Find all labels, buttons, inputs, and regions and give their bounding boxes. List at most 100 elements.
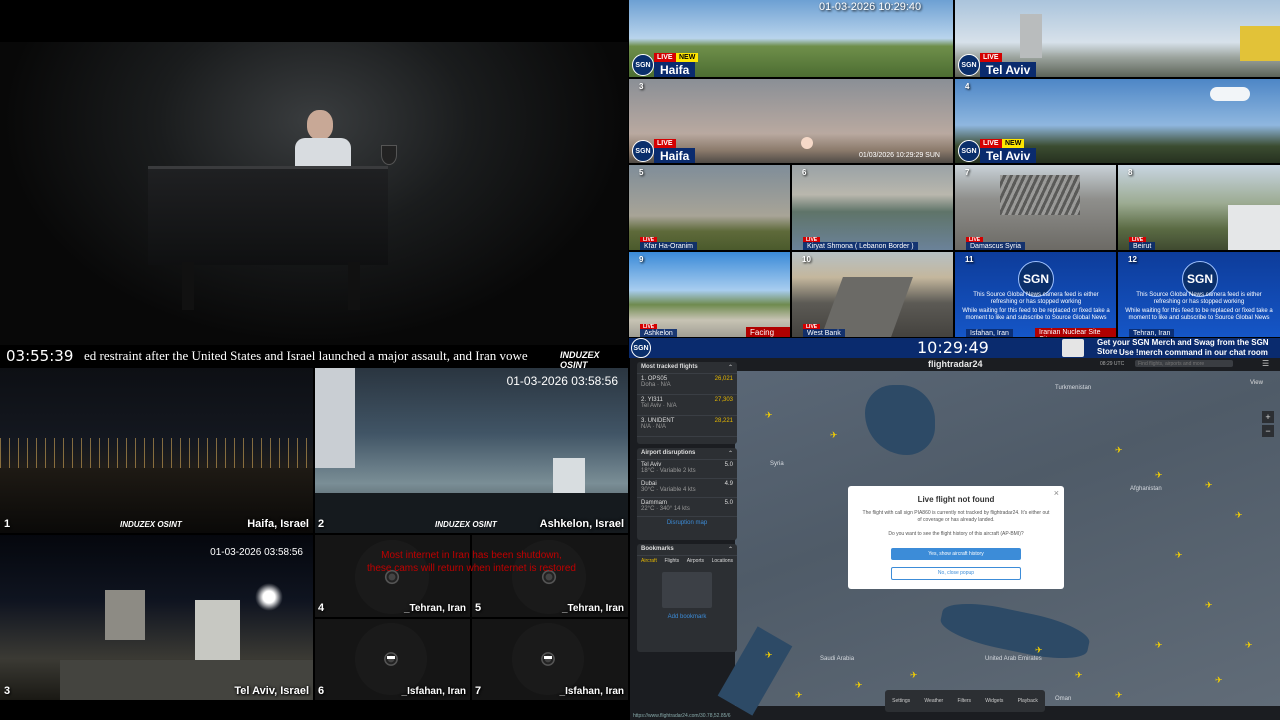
tab-flights[interactable]: Flights [664, 558, 679, 564]
toolbar-widgets[interactable]: Widgets [985, 698, 1003, 704]
aircraft-icon[interactable]: ✈ [765, 651, 773, 660]
toolbar-playback[interactable]: Playback [1018, 698, 1038, 704]
aircraft-icon[interactable]: ✈ [765, 411, 773, 420]
aircraft-icon[interactable]: ✈ [1115, 446, 1123, 455]
disruption-row[interactable]: Dubai 30°C · Variable 4 kts 4.9 [637, 479, 737, 498]
sgn-cam-tehran[interactable]: 12 SGN This Source Global News camera fe… [1118, 252, 1280, 337]
sgn-city-label: Haifa [654, 148, 696, 163]
search-input[interactable] [1135, 360, 1233, 367]
cam-tehran-2[interactable]: 5 _Tehran, Iran [472, 535, 628, 617]
piano-leg-right [348, 262, 360, 310]
sgn-cam-west-bank[interactable]: 10 LIVE West Bank [792, 252, 953, 337]
sgn-cam-tel-aviv-2[interactable]: 4 SGN LIVE NEW Tel Aviv [955, 79, 1280, 163]
aircraft-icon[interactable]: ✈ [1155, 641, 1163, 650]
toolbar-weather[interactable]: Weather [924, 698, 943, 704]
cam-city-label: Tel Aviv, Israel [234, 685, 309, 697]
sgn-cam-damascus[interactable]: 7 LIVE Damascus Syria [955, 165, 1116, 250]
aircraft-icon[interactable]: ✈ [1035, 646, 1043, 655]
disruption-map-link[interactable]: Disruption map [637, 517, 737, 526]
tab-aircraft[interactable]: Aircraft [641, 558, 657, 564]
sgn-cam-kfar[interactable]: 5 LIVE Kfar Ha-Oranim [629, 165, 790, 250]
road [821, 277, 913, 337]
fr-logo: flightradar24 [928, 359, 983, 369]
sgn-logo-icon: SGN [632, 140, 654, 162]
sgn-cam-ashkelon[interactable]: 9 LIVE Ashkelon Facing Gaza [629, 252, 790, 337]
panel-title: Most tracked flights [641, 364, 698, 370]
cam-tel-aviv[interactable]: 01-03-2026 03:58:56 3 Tel Aviv, Israel [0, 535, 313, 700]
chevron-up-icon[interactable]: ⌃ [728, 364, 733, 371]
aircraft-icon[interactable]: ✈ [1235, 511, 1243, 520]
tracked-route: Tel Aviv · N/A [641, 403, 677, 409]
aircraft-icon[interactable]: ✈ [1215, 676, 1223, 685]
cam-isfahan-2[interactable]: 7 _Isfahan, Iran [472, 619, 628, 700]
ticker-clock: 03:55:39 [6, 347, 74, 365]
bookmark-tabs: Aircraft Flights Airports Locations [637, 556, 737, 566]
sgn-cam-beirut[interactable]: 8 LIVE Beirut [1118, 165, 1280, 250]
disruption-row[interactable]: Tel Aviv 18°C · Variable 2 kts 5.0 [637, 460, 737, 479]
cam-brand: INDUZEX OSINT [435, 520, 497, 529]
bookmark-illustration [662, 572, 712, 608]
tracked-row[interactable]: 3. UNIDENT N/A · N/A 28,221 [637, 416, 737, 437]
cam-number: 12 [1128, 255, 1137, 264]
tab-locations[interactable]: Locations [712, 558, 733, 564]
sgn-extra-label: Iranian Nuclear Site City [1035, 328, 1116, 337]
view-toggle[interactable]: View [1250, 380, 1263, 386]
toolbar-settings[interactable]: Settings [892, 698, 910, 704]
sgn-cam-isfahan[interactable]: 11 SGN This Source Global News camera fe… [955, 252, 1116, 337]
aircraft-icon[interactable]: ✈ [1245, 641, 1253, 650]
studio-feed [0, 0, 628, 345]
tracked-row[interactable]: 1. OPS05 Doha · N/A 26,021 [637, 374, 737, 395]
aircraft-icon[interactable]: ✈ [1205, 481, 1213, 490]
chevron-up-icon[interactable]: ⌃ [728, 450, 733, 457]
cam-haifa[interactable]: 1 Haifa, Israel INDUZEX OSINT [0, 368, 313, 533]
chevron-up-icon[interactable]: ⌃ [728, 546, 733, 553]
tab-airports[interactable]: Airports [687, 558, 704, 564]
sgn-city-label: Tel Aviv [980, 62, 1037, 77]
tracked-row[interactable]: 2. YI311 Tel Aviv · N/A 27,303 [637, 395, 737, 416]
piano [148, 166, 388, 265]
signal-marker [387, 656, 395, 659]
dialog-question: Do you want to see the flight history of… [888, 531, 1024, 537]
sgn-timestamp: 01-03-2026 10:29:40 [819, 1, 922, 13]
aircraft-icon[interactable]: ✈ [1175, 551, 1183, 560]
live-badge: LIVE [980, 53, 1002, 62]
disruption-row[interactable]: Dammam 22°C · 340° 14 kts 5.0 [637, 498, 737, 517]
dialog-body: The flight with call sign PIA860 is curr… [862, 510, 1050, 523]
aircraft-icon[interactable]: ✈ [910, 671, 918, 680]
sgn-cam-haifa-1[interactable]: 01-03-2026 10:29:40 SGN LIVE NEW Haifa [629, 0, 953, 77]
aircraft-icon[interactable]: ✈ [1205, 601, 1213, 610]
map-label-oman: Oman [1055, 696, 1072, 702]
new-badge: NEW [676, 53, 699, 62]
cam-ashkelon[interactable]: 01-03-2026 03:58:56 2 Ashkelon, Israel I… [315, 368, 628, 533]
streetlight-glow [255, 583, 283, 611]
aircraft-icon[interactable]: ✈ [1075, 671, 1083, 680]
aircraft-icon[interactable]: ✈ [795, 691, 803, 700]
close-popup-button[interactable]: No, close popup [891, 567, 1021, 580]
aircraft-icon[interactable]: ✈ [855, 681, 863, 690]
sgn-cam-kiryat[interactable]: 6 LIVE Kiryat Shmona ( Lebanon Border ) [792, 165, 953, 250]
aircraft-icon[interactable]: ✈ [1155, 471, 1163, 480]
show-history-button[interactable]: Yes, show aircraft history [891, 548, 1021, 560]
sgn-city-label: West Bank [803, 329, 845, 337]
cam-isfahan-1[interactable]: 6 _Isfahan, Iran [315, 619, 470, 700]
sgn-cam-tel-aviv-1[interactable]: SGN LIVE Tel Aviv [955, 0, 1280, 77]
map-toolbar: Settings Weather Filters Widgets Playbac… [885, 690, 1045, 712]
live-badge: LIVE [980, 139, 1002, 148]
cam-tehran-1[interactable]: 4 _Tehran, Iran [315, 535, 470, 617]
add-bookmark-button[interactable]: Add bookmark [637, 608, 737, 620]
sgn-city-label: Ashkelon [640, 329, 677, 337]
fr-time: 08:29 UTC [1100, 361, 1125, 367]
promo-line-2: Use !merch command in our chat room [1119, 348, 1268, 357]
sgn-extra-label: Facing Gaza [746, 327, 790, 337]
map-label-afghanistan: Afghanistan [1130, 486, 1162, 492]
zoom-out-button[interactable]: − [1262, 425, 1274, 437]
toolbar-filters[interactable]: Filters [957, 698, 971, 704]
sgn-city-label: Tehran, Iran [1129, 329, 1175, 337]
cam-number: 2 [318, 518, 325, 530]
sgn-cam-haifa-2[interactable]: 3 01/03/2026 10:29:29 SUN SGN LIVE Haifa [629, 79, 953, 163]
menu-icon[interactable]: ☰ [1262, 359, 1269, 368]
aircraft-icon[interactable]: ✈ [830, 431, 838, 440]
zoom-in-button[interactable]: + [1262, 411, 1274, 423]
aircraft-icon[interactable]: ✈ [1115, 691, 1123, 700]
cam-city-label: Ashkelon, Israel [539, 518, 624, 530]
